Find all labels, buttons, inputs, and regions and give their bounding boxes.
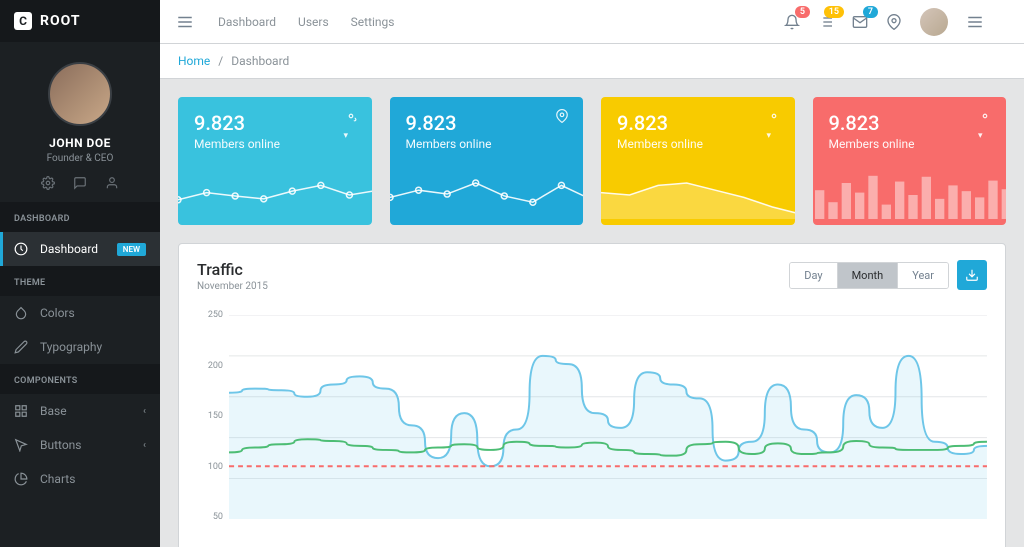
notif-badge: 5 (795, 6, 810, 18)
mini-line-chart (390, 171, 584, 219)
speedometer-icon (14, 242, 28, 256)
sidebar-item-base[interactable]: Base ‹ (0, 394, 160, 428)
sidebar-item-colors[interactable]: Colors (0, 296, 160, 330)
mini-area-chart (601, 171, 795, 219)
topbar: Dashboard Users Settings 5 15 7 (160, 0, 1024, 44)
nav-label: Typography (40, 340, 102, 354)
cursor-icon (14, 438, 28, 452)
breadcrumb-sep: / (218, 54, 223, 68)
traffic-card: Traffic November 2015 Day Month Year (178, 243, 1006, 547)
range-buttons: Day Month Year (789, 262, 949, 289)
chevron-left-icon: ‹ (143, 406, 146, 417)
topnav-link[interactable]: Settings (351, 15, 395, 29)
nav-label: Colors (40, 306, 75, 320)
nav-label: Charts (40, 472, 75, 486)
pin-icon[interactable] (555, 109, 569, 123)
avatar-large[interactable] (48, 62, 112, 126)
breadcrumb: Home / Dashboard (160, 44, 1024, 79)
range-day-button[interactable]: Day (790, 263, 837, 288)
nav-label: Base (40, 404, 67, 418)
chevron-left-icon: ‹ (143, 440, 146, 451)
envelope-notif[interactable]: 7 (852, 14, 868, 30)
user-icon[interactable] (105, 176, 119, 190)
profile-role: Founder & CEO (47, 153, 114, 164)
breadcrumb-home[interactable]: Home (178, 54, 210, 68)
nav-label: Buttons (40, 438, 82, 452)
cloud-download-icon (965, 268, 979, 282)
brand-name: ROOT (40, 13, 81, 29)
topnav-link[interactable]: Dashboard (218, 15, 276, 29)
sidebar: C ROOT JOHN DOE Founder & CEO DASHBOARD … (0, 0, 160, 547)
hamburger-right-icon[interactable] (966, 13, 984, 31)
stat-value: 9.823 (617, 111, 779, 135)
stat-label: Members online (829, 137, 991, 151)
new-badge: NEW (117, 243, 146, 256)
pencil-icon (14, 340, 28, 354)
stat-label: Members online (194, 137, 356, 151)
stat-card-3: ▾ 9.823 Members online (601, 97, 795, 225)
stat-label: Members online (617, 137, 779, 151)
gear-icon[interactable] (41, 176, 55, 190)
drop-icon (14, 306, 28, 320)
traffic-subtitle: November 2015 (197, 281, 268, 292)
stat-value: 9.823 (406, 111, 568, 135)
sidebar-item-buttons[interactable]: Buttons ‹ (0, 428, 160, 462)
nav-section-title: THEME (0, 266, 160, 296)
stat-card-4: ▾ 9.823 Members online (813, 97, 1007, 225)
traffic-chart: 25020015010050 (197, 310, 987, 540)
list-notif[interactable]: 15 (818, 14, 834, 30)
brand-logo-icon: C (14, 12, 32, 30)
chat-icon[interactable] (73, 176, 87, 190)
avatar-small[interactable] (920, 8, 948, 36)
nav-section-title: DASHBOARD (0, 202, 160, 232)
download-button[interactable] (957, 260, 987, 290)
traffic-title: Traffic (197, 260, 268, 279)
stat-value: 9.823 (829, 111, 991, 135)
range-year-button[interactable]: Year (898, 263, 948, 288)
stat-value: 9.823 (194, 111, 356, 135)
stat-card-1: ▾ 9.823 Members online (178, 97, 372, 225)
mini-bar-chart (813, 171, 1007, 219)
range-month-button[interactable]: Month (838, 263, 899, 288)
breadcrumb-current: Dashboard (231, 54, 289, 68)
content: ▾ 9.823 Members online 9.823 Members onl… (160, 79, 1024, 547)
sidebar-item-dashboard[interactable]: Dashboard NEW (0, 232, 160, 266)
pin-icon[interactable] (886, 14, 902, 30)
profile-block: JOHN DOE Founder & CEO (0, 42, 160, 202)
brand[interactable]: C ROOT (0, 0, 160, 42)
pie-icon (14, 472, 28, 486)
puzzle-icon (14, 404, 28, 418)
sidebar-item-charts[interactable]: Charts (0, 462, 160, 496)
hamburger-icon[interactable] (176, 13, 194, 31)
mini-line-chart (178, 171, 372, 219)
stat-label: Members online (406, 137, 568, 151)
bell-notif[interactable]: 5 (784, 14, 800, 30)
sidebar-item-typography[interactable]: Typography (0, 330, 160, 364)
top-nav: Dashboard Users Settings (218, 15, 394, 29)
topnav-link[interactable]: Users (298, 15, 329, 29)
nav-section-title: COMPONENTS (0, 364, 160, 394)
notif-badge: 7 (863, 6, 878, 18)
nav-label: Dashboard (40, 242, 98, 256)
notif-badge: 15 (824, 6, 844, 18)
profile-name: JOHN DOE (49, 136, 111, 150)
stat-card-2: 9.823 Members online (390, 97, 584, 225)
